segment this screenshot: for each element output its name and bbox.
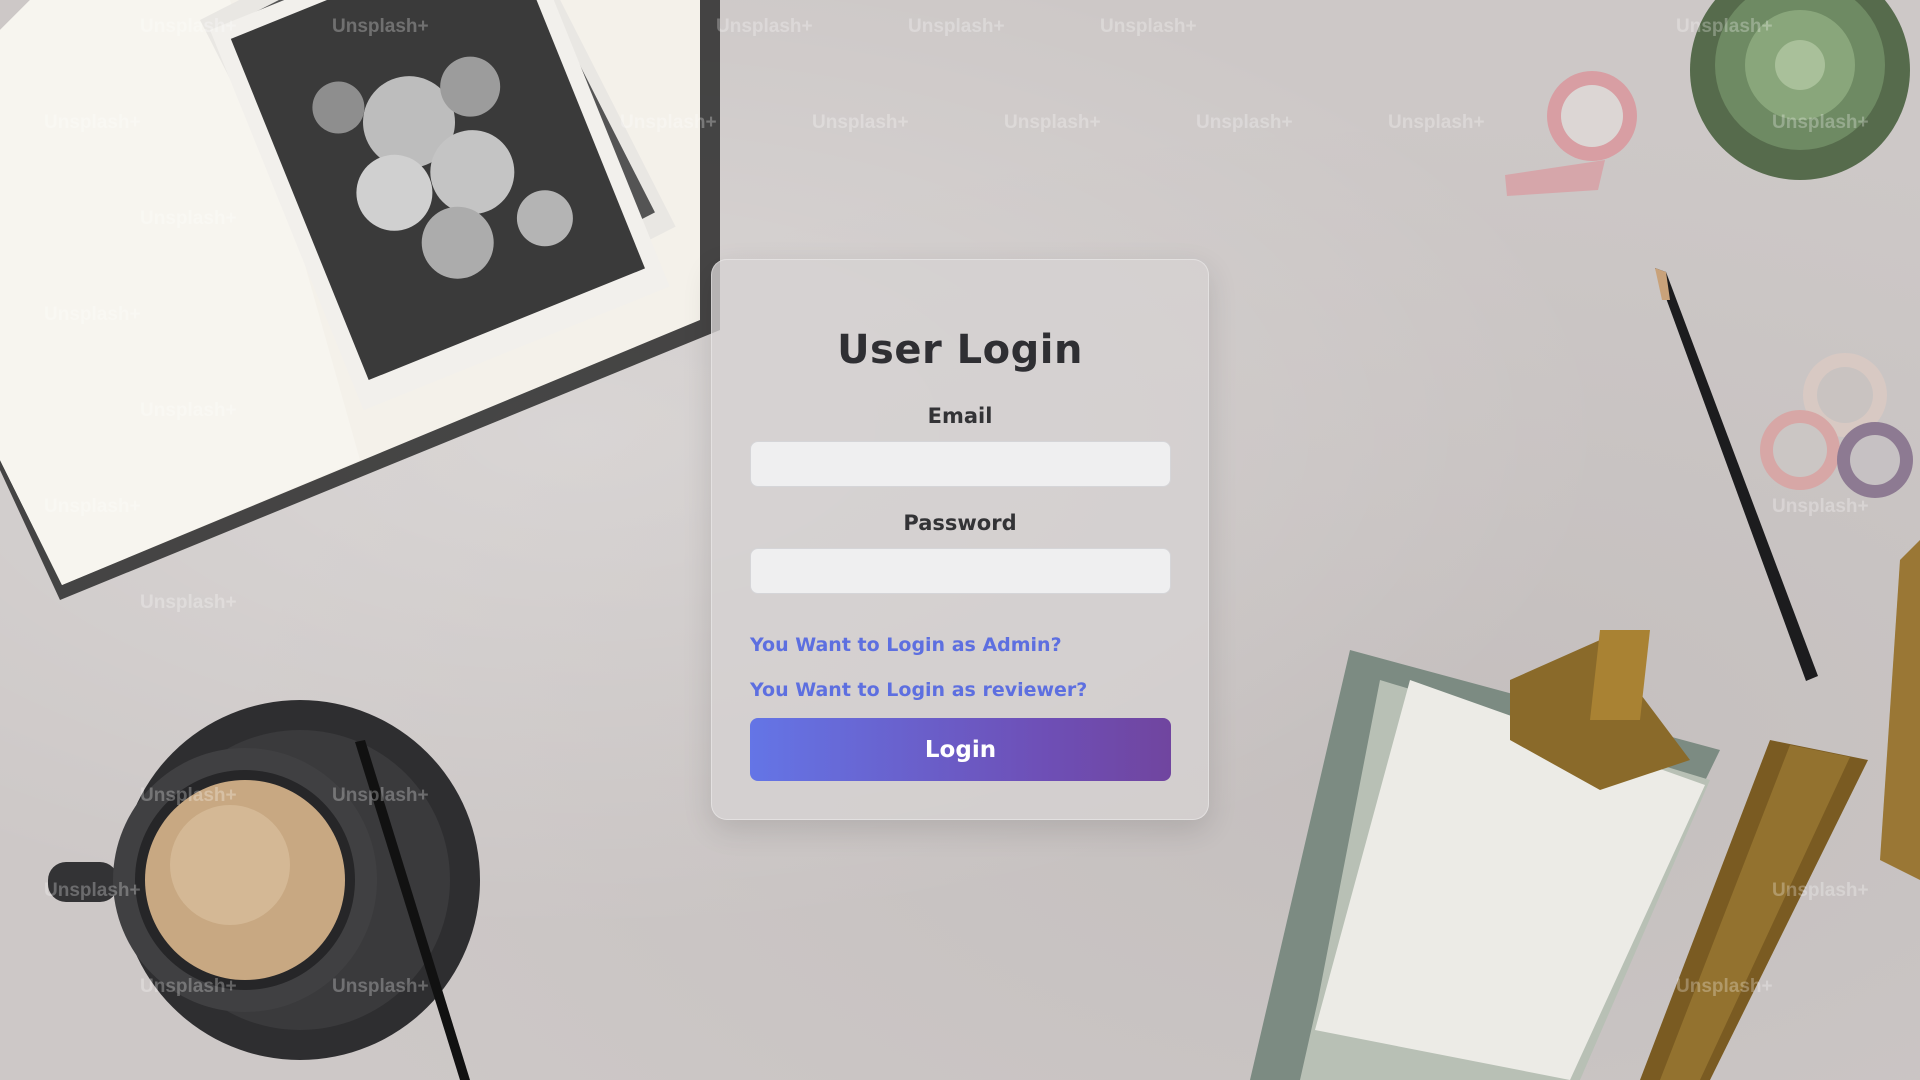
login-as-reviewer-link[interactable]: You Want to Login as reviewer? xyxy=(750,679,1087,701)
email-label: Email xyxy=(927,404,993,428)
brass-object-image xyxy=(1880,540,1920,880)
washi-tape-image xyxy=(1505,71,1637,196)
page-title: User Login xyxy=(837,327,1083,373)
email-field[interactable] xyxy=(750,441,1171,487)
notebook-image xyxy=(0,0,720,600)
login-card: User Login Email Password You Want to Lo… xyxy=(711,259,1209,820)
login-button[interactable]: Login xyxy=(750,718,1171,781)
login-as-admin-link[interactable]: You Want to Login as Admin? xyxy=(750,634,1062,656)
clipboard-paper-image xyxy=(1250,630,1720,1080)
coffee-cup-image xyxy=(48,700,480,1080)
password-label: Password xyxy=(903,511,1017,535)
password-field[interactable] xyxy=(750,548,1171,594)
washi-tape-stack-image xyxy=(1760,353,1913,498)
succulent-image xyxy=(1690,0,1910,180)
